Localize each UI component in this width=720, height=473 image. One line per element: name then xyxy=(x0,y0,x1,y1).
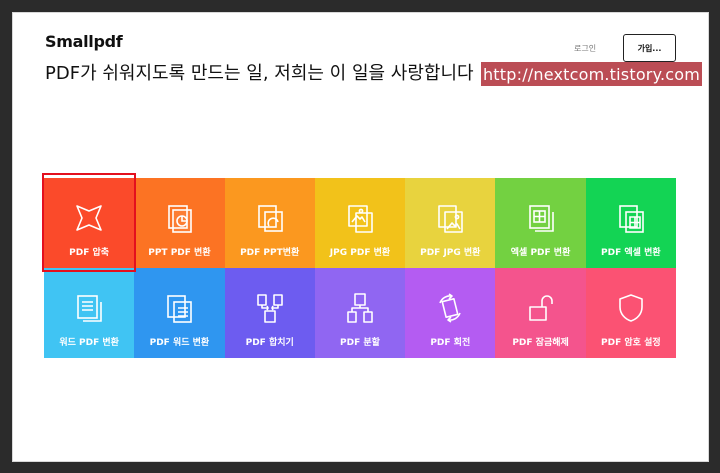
pdf-to-jpg-icon xyxy=(434,202,466,234)
word-to-pdf-icon xyxy=(73,292,105,324)
jpg-to-pdf-icon xyxy=(344,202,376,234)
protect-icon xyxy=(615,292,647,324)
tool-label: PDF 회전 xyxy=(430,338,471,348)
brand-logo[interactable]: Smallpdf xyxy=(45,32,123,51)
pdf-to-word-icon xyxy=(163,292,195,324)
tool-label: PDF PPT변환 xyxy=(240,248,300,258)
tool-tile-pdf-to-ppt[interactable]: PDF PPT변환 xyxy=(224,178,315,268)
tool-label: PDF 잠금해제 xyxy=(512,338,569,348)
excel-to-pdf-icon xyxy=(525,202,557,234)
tool-label: PPT PDF 변환 xyxy=(148,248,211,258)
tool-tile-protect[interactable]: PDF 암호 설정 xyxy=(585,268,676,358)
tool-label: PDF 워드 변환 xyxy=(149,338,210,348)
tool-tile-merge[interactable]: PDF 합치기 xyxy=(224,268,315,358)
tool-label: PDF 압축 xyxy=(69,248,110,258)
tool-tile-ppt-to-pdf[interactable]: PPT PDF 변환 xyxy=(134,178,225,268)
tool-label: PDF 분할 xyxy=(340,338,380,348)
url-watermark: http://nextcom.tistory.com xyxy=(481,62,702,86)
tool-tile-rotate[interactable]: PDF 회전 xyxy=(405,268,496,358)
tool-tile-jpg-to-pdf[interactable]: JPG PDF 변환 xyxy=(314,178,406,268)
tool-tile-excel-to-pdf[interactable]: 엑셀 PDF 변환 xyxy=(495,178,586,268)
pdf-to-excel-icon xyxy=(615,202,647,234)
tool-tile-word-to-pdf[interactable]: 워드 PDF 변환 xyxy=(44,268,135,358)
unlock-icon xyxy=(525,292,557,324)
tool-label: PDF 엑셀 변환 xyxy=(601,248,661,258)
pdf-to-ppt-icon xyxy=(254,202,286,234)
tool-label: JPG PDF 변환 xyxy=(329,248,391,258)
page-headline: PDF가 쉬워지도록 만드는 일, 저희는 이 일을 사랑합니다 xyxy=(45,63,474,84)
tool-label: PDF 합치기 xyxy=(245,338,294,348)
tool-tile-compress[interactable]: PDF 압축 xyxy=(44,178,135,268)
tool-grid: PDF 압축 PPT PDF 변환 PDF PPT변환 JPG PDF 변환 P… xyxy=(44,178,676,358)
tool-tile-pdf-to-excel[interactable]: PDF 엑셀 변환 xyxy=(585,178,676,268)
tool-label: PDF 암호 설정 xyxy=(601,338,661,348)
tool-tile-pdf-to-word[interactable]: PDF 워드 변환 xyxy=(134,268,225,358)
split-icon xyxy=(344,292,376,324)
tool-label: PDF JPG 변환 xyxy=(420,248,481,258)
signup-button[interactable]: 가입... xyxy=(623,34,676,62)
tool-label: 엑셀 PDF 변환 xyxy=(510,248,571,258)
compress-icon xyxy=(73,202,105,234)
tool-tile-pdf-to-jpg[interactable]: PDF JPG 변환 xyxy=(405,178,496,268)
tool-tile-unlock[interactable]: PDF 잠금해제 xyxy=(495,268,586,358)
rotate-icon xyxy=(434,292,466,324)
login-link[interactable]: 로그인 xyxy=(574,43,596,54)
ppt-to-pdf-icon xyxy=(163,202,195,234)
tool-label: 워드 PDF 변환 xyxy=(59,338,119,348)
merge-icon xyxy=(254,292,286,324)
tool-tile-split[interactable]: PDF 분할 xyxy=(314,268,406,358)
